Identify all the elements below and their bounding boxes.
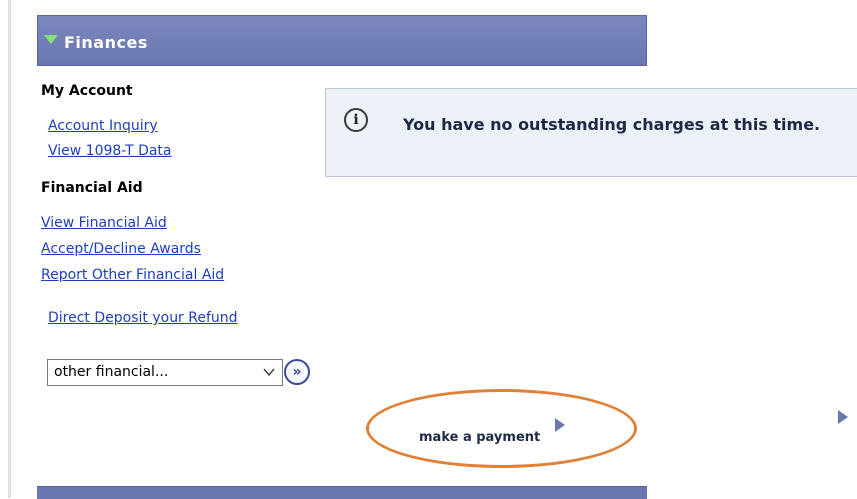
triangle-down-icon[interactable]	[44, 35, 58, 44]
payment-highlight-circle	[366, 389, 637, 468]
finances-header[interactable]: Finances	[37, 15, 647, 66]
direct-deposit-refund-link[interactable]: Direct Deposit your Refund	[48, 310, 238, 326]
triangle-right-icon[interactable]	[838, 410, 848, 424]
no-charges-notice: i You have no outstanding charges at thi…	[325, 88, 857, 177]
view-financial-aid-link[interactable]: View Financial Aid	[41, 215, 167, 231]
next-section-header	[37, 486, 647, 499]
chevron-down-icon	[263, 368, 275, 377]
account-inquiry-link[interactable]: Account Inquiry	[48, 118, 158, 134]
my-account-heading: My Account	[41, 83, 133, 99]
notice-message: You have no outstanding charges at this …	[403, 115, 821, 134]
other-financial-select[interactable]: other financial...	[47, 359, 283, 386]
info-icon: i	[344, 108, 368, 132]
report-other-aid-link[interactable]: Report Other Financial Aid	[41, 267, 224, 283]
view-1098t-link[interactable]: View 1098-T Data	[48, 143, 172, 159]
section-title: Finances	[64, 33, 148, 52]
accept-decline-awards-link[interactable]: Accept/Decline Awards	[41, 241, 201, 257]
double-chevron-right-icon[interactable]: »	[284, 359, 310, 385]
left-rail	[8, 0, 11, 498]
financial-aid-heading: Financial Aid	[41, 180, 143, 196]
select-value: other financial...	[54, 364, 169, 380]
